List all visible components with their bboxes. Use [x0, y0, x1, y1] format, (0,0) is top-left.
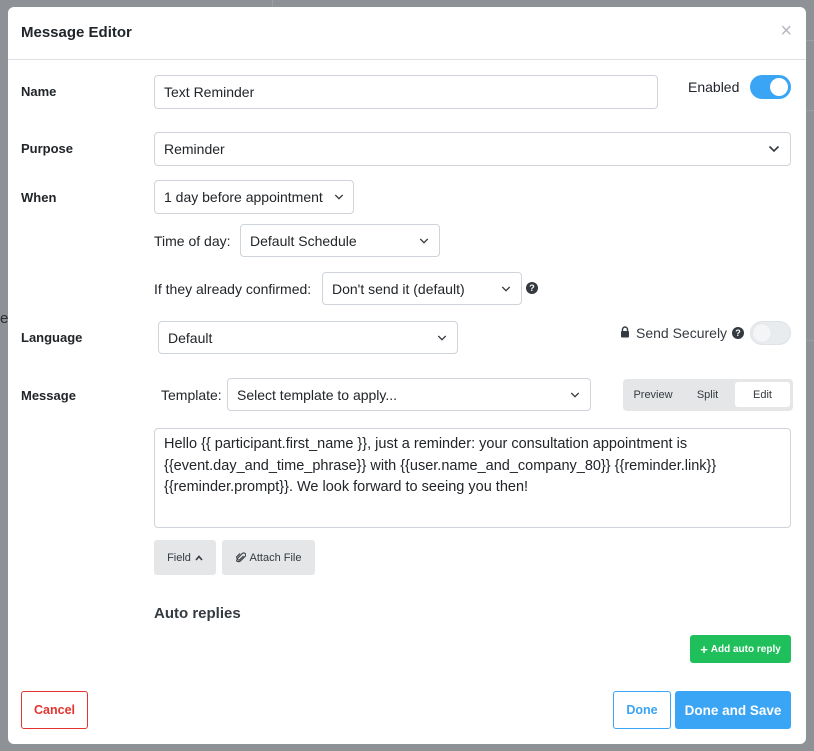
already-confirmed-label: If they already confirmed:: [154, 281, 312, 297]
lock-icon: [621, 326, 629, 338]
message-body-text: Hello {{ participant.first_name }}, just…: [164, 436, 717, 495]
time-of-day-label: Time of day:: [154, 233, 231, 249]
language-label: Language: [21, 330, 83, 345]
chevron-down-icon: [437, 334, 447, 341]
help-icon[interactable]: ?: [526, 282, 538, 294]
attach-file-button[interactable]: Attach File: [222, 540, 315, 575]
plus-icon: +: [700, 641, 708, 657]
chevron-down-icon: [501, 285, 511, 292]
when-label: When: [21, 190, 57, 205]
add-auto-reply-button[interactable]: + Add auto reply: [690, 635, 791, 663]
view-mode-toggle: Preview Split Edit: [623, 379, 793, 411]
already-confirmed-select[interactable]: Don't send it (default): [322, 272, 522, 305]
template-select-value: Select template to apply...: [237, 386, 398, 403]
message-body-textarea[interactable]: Hello {{ participant.first_name }}, just…: [154, 428, 791, 528]
time-of-day-value: Default Schedule: [250, 232, 357, 249]
done-and-save-button[interactable]: Done and Save: [675, 691, 791, 729]
mode-edit-button[interactable]: Edit: [735, 382, 791, 407]
mode-split-button[interactable]: Split: [680, 382, 735, 407]
purpose-select[interactable]: Reminder: [154, 132, 791, 166]
language-select-value: Default: [168, 329, 213, 346]
name-label: Name: [21, 84, 57, 99]
name-input[interactable]: Text Reminder: [154, 75, 658, 109]
modal-title: Message Editor: [21, 24, 132, 41]
cancel-button[interactable]: Cancel: [21, 691, 88, 729]
name-input-value: Text Reminder: [164, 84, 255, 100]
close-icon[interactable]: ×: [780, 20, 792, 43]
toggle-knob: [770, 78, 788, 96]
purpose-label: Purpose: [21, 141, 74, 156]
chevron-down-icon: [570, 391, 580, 398]
chevron-up-icon: [195, 554, 203, 561]
modal-header: Message Editor ×: [8, 7, 806, 60]
enabled-label: Enabled: [688, 79, 740, 95]
template-select[interactable]: Select template to apply...: [227, 378, 591, 411]
chevron-down-icon: [768, 145, 780, 153]
help-icon[interactable]: ?: [732, 327, 744, 339]
purpose-select-value: Reminder: [164, 141, 225, 157]
toggle-knob: [753, 324, 771, 342]
send-securely-toggle[interactable]: [750, 321, 791, 345]
chevron-down-icon: [419, 237, 429, 244]
when-select-value: 1 day before appointment: [164, 189, 323, 205]
when-select[interactable]: 1 day before appointment: [154, 180, 354, 214]
time-of-day-select[interactable]: Default Schedule: [240, 224, 440, 257]
send-securely-label: Send Securely: [636, 325, 728, 341]
add-auto-reply-label: Add auto reply: [710, 643, 781, 655]
done-button[interactable]: Done: [613, 691, 671, 729]
paperclip-icon: [235, 552, 246, 563]
mode-preview-button[interactable]: Preview: [626, 382, 680, 407]
message-editor-modal: Message Editor × Name Text Reminder Enab…: [8, 7, 806, 744]
message-label: Message: [21, 388, 76, 403]
field-button[interactable]: Field: [154, 540, 216, 575]
enabled-toggle[interactable]: [750, 75, 791, 99]
chevron-down-icon: [334, 194, 344, 200]
template-label: Template:: [161, 387, 222, 403]
attach-file-label: Attach File: [249, 551, 302, 564]
language-select[interactable]: Default: [158, 321, 458, 354]
field-button-label: Field: [167, 551, 191, 564]
auto-replies-title: Auto replies: [154, 605, 241, 622]
already-confirmed-value: Don't send it (default): [332, 280, 465, 297]
